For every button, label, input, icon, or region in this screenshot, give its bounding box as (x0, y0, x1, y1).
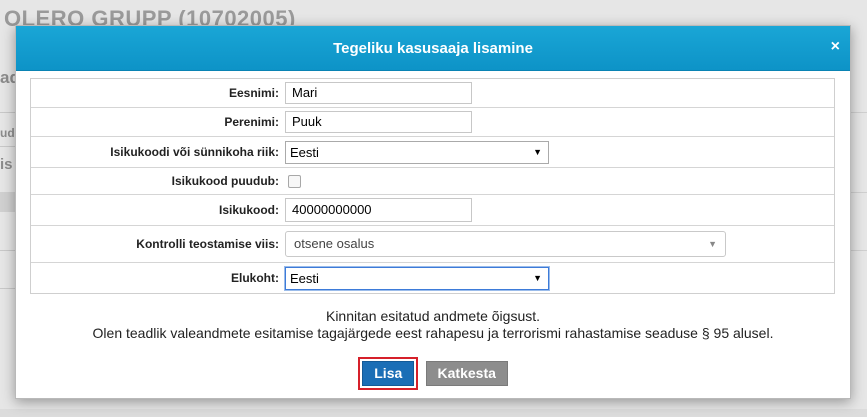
confirmation-text: Kinnitan esitatud andmete õigsust. (325, 308, 541, 324)
dialog-header: Tegeliku kasusaaja lisamine × (16, 26, 850, 71)
form-row-first-name: Eesnimi: Mari (31, 79, 834, 108)
control-method-select[interactable]: otsene osalus ▼ (285, 231, 726, 257)
background-stub-3: is (0, 156, 13, 173)
last-name-input[interactable]: Puuk (285, 111, 472, 133)
form-row-residence: Elukoht: Eesti ▼ (31, 263, 834, 293)
dialog-title: Tegeliku kasusaaja lisamine (333, 40, 533, 57)
residence-select[interactable]: Eesti ▼ (285, 266, 549, 290)
chevron-down-icon: ▼ (533, 272, 542, 283)
close-icon[interactable]: × (831, 38, 840, 56)
add-beneficiary-dialog: Tegeliku kasusaaja lisamine × Eesnimi: M… (15, 25, 851, 399)
form-row-id-country: Isikukoodi või sünnikoha riik: Eesti ▼ (31, 137, 834, 168)
cancel-button[interactable]: Katkesta (425, 361, 508, 386)
id-missing-label: Isikukood puudub: (171, 174, 279, 188)
form-row-last-name: Perenimi: Puuk (31, 108, 834, 137)
legal-notice-text: Olen teadlik valeandmete esitamise tagaj… (92, 325, 774, 341)
residence-value: Eesti (290, 270, 319, 286)
first-name-label: Eesnimi: (228, 86, 279, 100)
add-button[interactable]: Lisa (362, 361, 415, 386)
id-code-input[interactable]: 40000000000 (285, 198, 472, 222)
add-button-highlight: Lisa (358, 357, 419, 390)
dialog-buttons: Lisa Katkesta (16, 357, 850, 390)
residence-label: Elukoht: (231, 271, 279, 285)
control-method-label: Kontrolli teostamise viis: (136, 237, 279, 251)
last-name-label: Perenimi: (224, 115, 279, 129)
form-row-control-method: Kontrolli teostamise viis: otsene osalus… (31, 226, 834, 263)
id-country-value: Eesti (290, 144, 319, 160)
id-country-select[interactable]: Eesti ▼ (285, 140, 549, 164)
background-footer (0, 409, 867, 417)
form-row-id-code: Isikukood: 40000000000 (31, 195, 834, 226)
beneficiary-form: Eesnimi: Mari Perenimi: Puuk Isikukoodi … (30, 78, 835, 294)
background-band (0, 192, 16, 212)
id-missing-checkbox[interactable] (288, 174, 301, 188)
control-method-value: otsene osalus (294, 236, 375, 251)
chevron-down-icon: ▼ (533, 146, 542, 157)
chevron-down-icon: ▼ (708, 239, 717, 249)
background-stub-2: ud (0, 126, 15, 140)
id-code-label: Isikukood: (218, 203, 279, 217)
first-name-input[interactable]: Mari (285, 82, 472, 104)
id-country-label: Isikukoodi või sünnikoha riik: (110, 145, 279, 159)
form-row-id-missing: Isikukood puudub: (31, 168, 834, 195)
